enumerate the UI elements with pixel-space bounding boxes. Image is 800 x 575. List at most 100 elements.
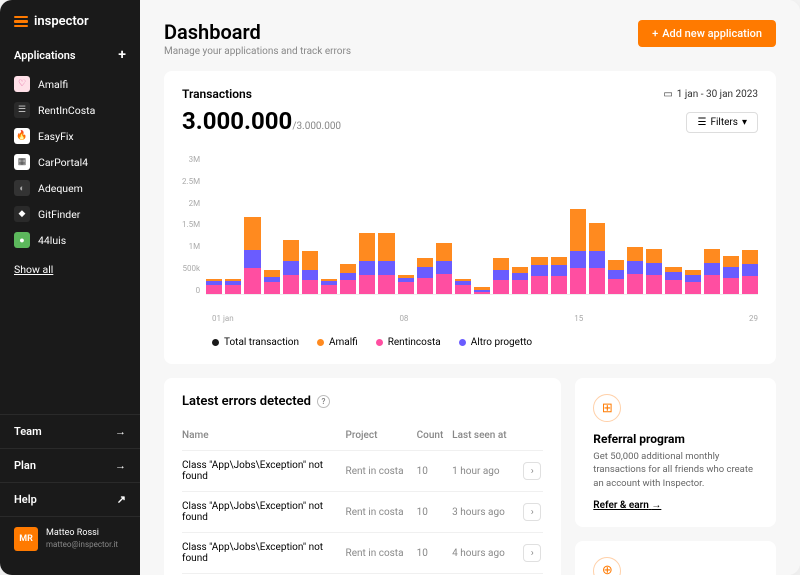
nav-link[interactable]: Plan→ [0, 448, 140, 482]
chart-bar [589, 223, 605, 294]
help-icon[interactable]: ? [317, 395, 330, 408]
chart-bar [531, 257, 547, 294]
app-list: ♡ Amalfi ☰ RentInCosta 🔥 EasyFix ▦ CarPortal4 ◐ A… [0, 71, 140, 253]
add-app-icon[interactable]: + [118, 47, 126, 63]
chart-bar [359, 233, 375, 294]
chevron-down-icon: ▾ [742, 117, 747, 128]
chart-bar [340, 264, 356, 294]
sidebar-item[interactable]: 🔥 EasyFix [8, 123, 132, 149]
add-application-label: Add new application [662, 27, 762, 40]
chart-bar [723, 256, 739, 294]
chart-bar [321, 279, 337, 294]
nav-link[interactable]: Team→ [0, 414, 140, 448]
chart-bar [378, 233, 394, 294]
app-icon: ◆ [14, 206, 30, 222]
errors-panel: Latest errors detected ? Name Project Co… [164, 378, 561, 575]
chevron-right-icon[interactable]: › [523, 503, 541, 521]
arrow-icon: → [115, 425, 126, 438]
gift-icon: ⊞ [593, 394, 621, 422]
chart-bar [512, 267, 528, 294]
chart-bar [436, 243, 452, 294]
topbar: Dashboard Manage your applications and t… [164, 20, 776, 57]
chart-bar [493, 258, 509, 294]
plus-icon: + [652, 27, 658, 40]
user-name: Matteo Rossi [46, 528, 118, 540]
filters-button[interactable]: ☰ Filters ▾ [686, 112, 758, 133]
chart-bar [551, 257, 567, 294]
chevron-right-icon[interactable]: › [523, 462, 541, 480]
referral-title: Referral program [593, 432, 758, 446]
table-row: Class "App\Jobs\Exception" not foundRent… [182, 492, 543, 533]
chart-bar [225, 279, 241, 294]
chart-yaxis: 3M2.5M2M1.5M1M500k0 [182, 155, 206, 295]
app-label: EasyFix [38, 130, 74, 143]
transactions-title: Transactions [182, 87, 252, 101]
chart-bar [283, 240, 299, 294]
app-label: RentInCosta [38, 104, 95, 117]
brand-name: inspector [34, 14, 89, 29]
app-icon: ◐ [14, 180, 30, 196]
date-range[interactable]: ▭ 1 jan - 30 jan 2023 [663, 89, 758, 100]
chart-bar [685, 270, 701, 294]
team-card: ⊕ Add team members [575, 541, 776, 575]
app-icon: ♡ [14, 76, 30, 92]
app-label: Amalfi [38, 78, 68, 91]
referral-body: Get 50,000 additional monthly transactio… [593, 450, 758, 490]
filter-icon: ☰ [697, 117, 706, 128]
sidebar-item[interactable]: ♡ Amalfi [8, 71, 132, 97]
app-label: CarPortal4 [38, 156, 88, 169]
app-icon: ☰ [14, 102, 30, 118]
sidebar-item[interactable]: ◐ Adequem [8, 175, 132, 201]
chevron-right-icon[interactable]: › [523, 544, 541, 562]
chart-bar [474, 287, 490, 294]
page-title: Dashboard [164, 20, 351, 44]
table-row: Class "App\Jobs\Exception" not foundRent… [182, 451, 543, 492]
app-label: Adequem [38, 182, 83, 195]
legend-item: Total transaction [212, 337, 299, 348]
chart-bars [206, 155, 758, 295]
sidebar-item[interactable]: ◆ GitFinder [8, 201, 132, 227]
apps-section-label: Applications [14, 49, 76, 62]
table-row: Class "App\Jobs\Exception" not foundRent… [182, 533, 543, 574]
arrow-icon: ↗ [117, 493, 126, 506]
chart-bar [627, 247, 643, 294]
refer-earn-link[interactable]: Refer & earn → [593, 500, 758, 511]
sidebar: inspector Applications + ♡ Amalfi ☰ RentInC… [0, 0, 140, 575]
chart-bar [455, 279, 471, 294]
user-block[interactable]: MR Matteo Rossi matteo@inspector.it [0, 516, 140, 561]
logo[interactable]: inspector [0, 14, 140, 43]
legend-item: Altro progetto [459, 337, 532, 348]
chart-bar [665, 267, 681, 294]
chart-bar [398, 275, 414, 294]
errors-table-head: Name Project Count Last seen at [182, 421, 543, 451]
user-email: matteo@inspector.it [46, 540, 118, 550]
chart-bar [742, 250, 758, 294]
show-all-link[interactable]: Show all [0, 253, 140, 286]
sidebar-item[interactable]: ●44luis [8, 227, 132, 253]
apps-section-head: Applications + [0, 43, 140, 71]
chart-legend: Total transaction Amalfi Rentincosta Altro … [182, 337, 758, 348]
referral-card: ⊞ Referral program Get 50,000 additional… [575, 378, 776, 527]
sidebar-item[interactable]: ☰ RentInCosta [8, 97, 132, 123]
transactions-chart: 3M2.5M2M1.5M1M500k0 01 jan081529 Total t… [182, 155, 758, 348]
app-label: GitFinder [38, 208, 80, 221]
legend-item: Amalfi [317, 337, 358, 348]
app-icon: 🔥 [14, 128, 30, 144]
main-content: Dashboard Manage your applications and t… [140, 0, 800, 575]
nav-link[interactable]: Help↗ [0, 482, 140, 516]
chart-bar [206, 279, 222, 294]
chart-bar [570, 209, 586, 294]
arrow-icon: → [115, 459, 126, 472]
chart-bar [608, 260, 624, 294]
sidebar-item[interactable]: ▦ CarPortal4 [8, 149, 132, 175]
chart-xaxis: 01 jan081529 [182, 314, 758, 323]
chart-bar [417, 258, 433, 294]
app-icon: ▦ [14, 154, 30, 170]
chart-bar [646, 249, 662, 294]
page-subtitle: Manage your applications and track error… [164, 46, 351, 57]
legend-item: Rentincosta [376, 337, 441, 348]
app-label: 44luis [38, 234, 66, 247]
chart-bar [302, 251, 318, 294]
errors-title: Latest errors detected [182, 394, 311, 409]
add-application-button[interactable]: + Add new application [638, 20, 776, 47]
